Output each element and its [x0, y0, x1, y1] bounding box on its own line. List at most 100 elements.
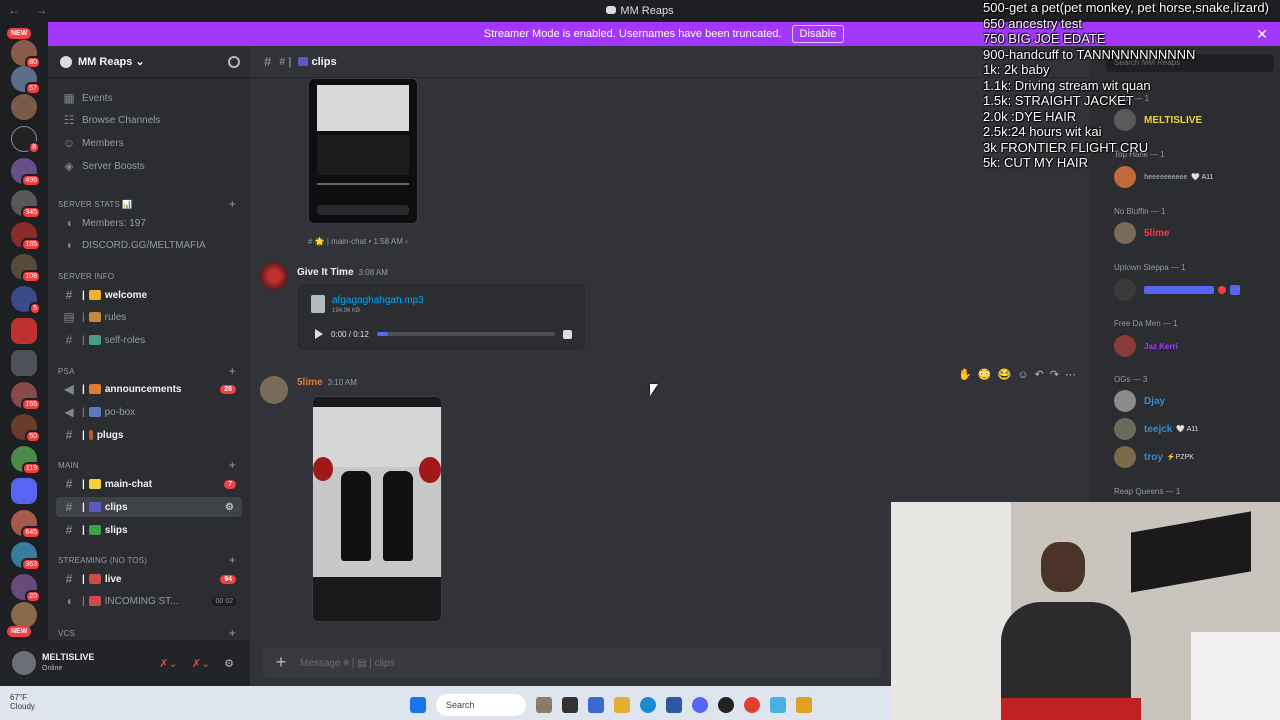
server-icon[interactable]: 363 — [11, 542, 41, 571]
invite-icon[interactable] — [228, 56, 240, 68]
sidebar-item-events[interactable]: ▦ Events — [56, 88, 242, 108]
weather-desc: Cloudy — [10, 702, 35, 711]
forward-icon[interactable]: ↷ — [1050, 368, 1059, 381]
channel-plugs[interactable]: # | plugs — [56, 425, 242, 445]
server-icon[interactable]: 345 — [11, 190, 41, 219]
server-icon[interactable] — [11, 350, 37, 376]
channel-main-chat[interactable]: # | main-chat 7 — [56, 474, 242, 494]
message-author[interactable]: 5lime 3:10 AM — [297, 377, 357, 388]
obs-icon[interactable] — [718, 697, 734, 713]
user-info[interactable]: MELTISLIVE Online — [42, 652, 94, 674]
message-composer[interactable]: + Message # | ▤ | clips — [262, 648, 882, 678]
message-author[interactable]: Give It Time 3:08 AM — [297, 267, 388, 278]
server-icon[interactable]: 80 — [11, 40, 41, 69]
file-name-link[interactable]: afgagaghahgah.mp3 — [332, 295, 424, 306]
avatar[interactable] — [260, 376, 288, 404]
add-channel-icon[interactable]: + — [229, 458, 236, 472]
member-item[interactable]: troy ⚡PZPK — [1114, 446, 1194, 468]
volume-icon[interactable] — [563, 329, 572, 339]
server-icon[interactable]: 20 — [11, 574, 41, 603]
channel-clips[interactable]: # | clips ⚙ — [56, 497, 242, 517]
channel-discord-link[interactable]: ◖ DISCORD.GG/MELTMAFIA — [56, 235, 242, 255]
forward-meta[interactable]: # 🌟 | main-chat • 1:58 AM › — [308, 237, 408, 246]
channel-welcome[interactable]: # | welcome — [56, 285, 242, 305]
channel-live[interactable]: # | live 94 — [56, 569, 242, 589]
server-icon[interactable] — [11, 318, 37, 344]
app-icon[interactable] — [770, 697, 786, 713]
server-icon[interactable]: 8 — [11, 126, 40, 154]
channel-announcements[interactable]: ◀ | announcements 26 — [56, 379, 242, 399]
app-icon[interactable] — [796, 697, 812, 713]
play-icon[interactable] — [315, 329, 323, 339]
member-item[interactable] — [1114, 279, 1240, 301]
server-icon[interactable]: 496 — [11, 158, 41, 187]
category-streaming[interactable]: STREAMING (NO TOS) + — [58, 553, 242, 567]
sidebar-item-browse-channels[interactable]: ☷ Browse Channels — [56, 110, 242, 130]
member-item[interactable]: Jaz Kerri — [1114, 335, 1178, 357]
channel-slips[interactable]: # | slips — [56, 520, 242, 540]
category-vcs[interactable]: VCs + — [58, 626, 242, 640]
avatar[interactable] — [12, 651, 36, 675]
audio-progress[interactable] — [376, 332, 555, 336]
category-psa[interactable]: PSA + — [58, 364, 242, 378]
server-icon[interactable]: 108 — [11, 254, 41, 283]
add-channel-icon[interactable]: + — [229, 626, 236, 640]
server-header[interactable]: MM Reaps ⌄ — [48, 46, 250, 78]
channel-po-box[interactable]: ◀ | po-box — [56, 402, 242, 422]
member-item[interactable]: Djay — [1114, 390, 1165, 412]
mute-icon[interactable]: ✗⌄ — [159, 657, 177, 670]
settings-icon[interactable]: ⚙ — [225, 502, 234, 513]
server-icon[interactable] — [11, 478, 37, 504]
avatar[interactable] — [260, 262, 288, 290]
server-icon[interactable] — [11, 602, 37, 628]
sidebar-item-members[interactable]: ☺ Members — [56, 133, 242, 153]
add-channel-icon[interactable]: + — [229, 197, 236, 211]
taskbar-search[interactable]: Search — [436, 694, 526, 716]
reaction-icon[interactable]: 😳 — [978, 368, 992, 381]
add-reaction-icon[interactable]: ☺ — [1017, 369, 1028, 381]
channel-members-count[interactable]: ◖ Members: 197 — [56, 213, 242, 233]
server-icon[interactable]: 5 — [11, 286, 41, 315]
discord-icon[interactable] — [692, 697, 708, 713]
server-icon[interactable]: 645 — [11, 510, 41, 539]
speaker-icon: ◖ — [65, 216, 73, 230]
reply-icon[interactable]: ↶ — [1035, 368, 1044, 381]
channel-self-roles[interactable]: # | self-roles — [56, 330, 242, 350]
sidebar-item-server-boosts[interactable]: ◈ Server Boosts — [56, 156, 242, 176]
disable-button[interactable]: Disable — [791, 25, 845, 43]
server-icon[interactable]: 119 — [11, 446, 41, 475]
weather-widget[interactable]: 67°F Cloudy — [10, 693, 35, 711]
reaction-icon[interactable]: ✋ — [958, 368, 972, 381]
plus-icon[interactable]: + — [270, 652, 292, 674]
channel-label: self-roles — [104, 334, 146, 346]
windows-start-icon[interactable] — [410, 697, 426, 713]
category-server-stats[interactable]: SERVER STATS 📊 + — [58, 197, 242, 211]
member-item[interactable]: teejck 🤍 A11 — [1114, 418, 1199, 440]
member-item[interactable]: 5lime — [1114, 222, 1170, 244]
chrome-icon[interactable] — [744, 697, 760, 713]
server-icon[interactable]: 50 — [11, 414, 41, 443]
category-server-info[interactable]: SERVER INFO — [58, 269, 242, 283]
deafen-icon[interactable]: ✗⌄ — [192, 657, 210, 670]
folder-icon[interactable] — [614, 697, 630, 713]
image-attachment[interactable] — [312, 396, 442, 622]
add-channel-icon[interactable]: + — [229, 364, 236, 378]
channel-rules[interactable]: ▤ | rules — [56, 307, 242, 327]
edge-icon[interactable] — [640, 697, 656, 713]
forwarded-image[interactable] — [308, 78, 418, 224]
reaction-icon[interactable]: 😂 — [998, 368, 1012, 381]
store-icon[interactable] — [666, 697, 682, 713]
server-icon[interactable]: 57 — [11, 66, 41, 95]
message-input[interactable]: Message # | ▤ | clips — [300, 658, 395, 669]
taskview-icon[interactable] — [562, 697, 578, 713]
channel-incoming-stream[interactable]: ◖ | INCOMING ST... 00 02 — [56, 591, 242, 611]
widget-icon[interactable] — [536, 697, 552, 713]
server-icon[interactable]: 185 — [11, 222, 41, 251]
gear-icon[interactable]: ⚙ — [224, 657, 234, 670]
server-icon[interactable]: 166 — [11, 382, 41, 411]
category-main[interactable]: MAIN + — [58, 458, 242, 472]
add-channel-icon[interactable]: + — [229, 553, 236, 567]
app-icon[interactable] — [588, 697, 604, 713]
server-icon[interactable] — [11, 94, 37, 120]
more-icon[interactable]: ⋯ — [1065, 368, 1076, 381]
